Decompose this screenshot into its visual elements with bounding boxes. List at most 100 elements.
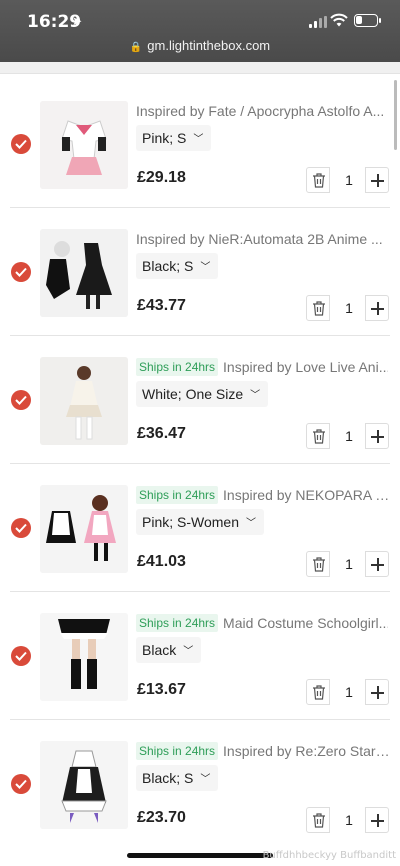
ships-badge: Ships in 24hrs [136, 614, 219, 632]
trash-icon [313, 557, 325, 572]
item-select-checkbox[interactable] [11, 262, 31, 282]
quantity-stepper: 1 [306, 167, 389, 193]
increase-quantity-button[interactable] [365, 551, 389, 577]
increase-quantity-button[interactable] [365, 423, 389, 449]
product-image[interactable] [40, 485, 128, 573]
trash-icon [313, 813, 325, 828]
top-divider [0, 62, 400, 74]
status-bar: 16:29 ➤ 🔒 gm.lightinthebox.com [0, 0, 400, 62]
item-select-checkbox[interactable] [11, 646, 31, 666]
variant-selector[interactable]: Pink; S ﹀ [136, 125, 212, 151]
cart-item: Ships in 24hrs Inspired by NEKOPARA c... … [0, 464, 400, 592]
variant-label: Pink; S-Women [142, 514, 239, 530]
chevron-down-icon: ﹀ [193, 134, 204, 145]
trash-icon [313, 301, 325, 316]
cart-item: Ships in 24hrs Inspired by Love Live Ani.… [0, 336, 400, 464]
variant-label: Black; S [142, 258, 194, 274]
product-image[interactable] [40, 741, 128, 829]
variant-selector[interactable]: Black; S ﹀ [136, 253, 219, 279]
delete-button[interactable] [306, 295, 330, 321]
increase-quantity-button[interactable] [365, 167, 389, 193]
increase-quantity-button[interactable] [365, 295, 389, 321]
product-price: £23.70 [137, 809, 186, 826]
product-image[interactable] [40, 101, 128, 189]
quantity-stepper: 1 [306, 807, 389, 833]
product-price: £36.47 [137, 425, 186, 442]
chevron-down-icon: ﹀ [250, 390, 261, 401]
product-title-row[interactable]: Inspired by Fate / Apocrypha Astolfo A..… [136, 102, 388, 122]
trash-icon [313, 173, 325, 188]
chevron-down-icon: ﹀ [183, 646, 194, 657]
product-title-row[interactable]: Ships in 24hrs Maid Costume Schoolgirl... [136, 614, 388, 634]
quantity-value[interactable]: 1 [334, 295, 364, 321]
watermark: Buffdhhbeckyy Buffbanditt [262, 850, 396, 861]
cart-item: Inspired by NieR:Automata 2B Anime ... B… [0, 208, 400, 336]
variant-selector[interactable]: Pink; S-Women ﹀ [136, 509, 264, 535]
variant-label: Black [142, 642, 177, 658]
quantity-value[interactable]: 1 [334, 551, 364, 577]
product-title-row[interactable]: Ships in 24hrs Inspired by NEKOPARA c... [136, 486, 388, 506]
delete-button[interactable] [306, 551, 330, 577]
url-text: gm.lightinthebox.com [147, 38, 271, 53]
product-price: £41.03 [137, 553, 186, 570]
quantity-stepper: 1 [306, 423, 389, 449]
delete-button[interactable] [306, 679, 330, 705]
product-image[interactable] [40, 229, 128, 317]
ships-badge: Ships in 24hrs [136, 358, 219, 376]
quantity-value[interactable]: 1 [334, 679, 364, 705]
trash-icon [313, 429, 325, 444]
lock-icon: 🔒 [129, 42, 143, 53]
quantity-stepper: 1 [306, 679, 389, 705]
increase-quantity-button[interactable] [365, 679, 389, 705]
product-title-row[interactable]: Ships in 24hrs Inspired by Re:Zero Starti… [136, 742, 388, 762]
item-select-checkbox[interactable] [11, 134, 31, 154]
variant-label: Pink; S [142, 130, 187, 146]
variant-selector[interactable]: White; One Size ﹀ [136, 381, 269, 407]
variant-label: Black; S [142, 770, 194, 786]
cart-item-list: Inspired by Fate / Apocrypha Astolfo A..… [0, 80, 400, 848]
battery-icon [354, 14, 381, 27]
product-title: Inspired by NieR:Automata 2B Anime ... [136, 230, 383, 247]
ships-badge: Ships in 24hrs [136, 486, 219, 504]
product-title-row[interactable]: Inspired by NieR:Automata 2B Anime ... [136, 230, 388, 250]
wifi-icon [330, 13, 348, 27]
cart-item: Ships in 24hrs Inspired by Re:Zero Starti… [0, 720, 400, 848]
delete-button[interactable] [306, 807, 330, 833]
product-price: £43.77 [137, 297, 186, 314]
scrollbar[interactable] [394, 80, 397, 150]
signal-icon [309, 16, 327, 28]
product-title: Inspired by Re:Zero Starti... [223, 743, 388, 759]
quantity-value[interactable]: 1 [334, 167, 364, 193]
location-arrow-icon: ➤ [72, 14, 83, 28]
product-title-row[interactable]: Ships in 24hrs Inspired by Love Live Ani.… [136, 358, 388, 378]
product-image[interactable] [40, 357, 128, 445]
trash-icon [313, 685, 325, 700]
item-select-checkbox[interactable] [11, 390, 31, 410]
delete-button[interactable] [306, 167, 330, 193]
home-indicator[interactable] [127, 853, 273, 858]
product-title: Inspired by NEKOPARA c... [223, 487, 388, 503]
quantity-value[interactable]: 1 [334, 423, 364, 449]
product-image[interactable] [40, 613, 128, 701]
delete-button[interactable] [306, 423, 330, 449]
quantity-stepper: 1 [306, 551, 389, 577]
product-title: Inspired by Love Live Ani... [223, 359, 388, 375]
variant-selector[interactable]: Black ﹀ [136, 637, 202, 663]
variant-label: White; One Size [142, 386, 244, 402]
variant-selector[interactable]: Black; S ﹀ [136, 765, 219, 791]
product-price: £29.18 [137, 169, 186, 186]
product-title: Maid Costume Schoolgirl... [223, 615, 388, 631]
product-price: £13.67 [137, 681, 186, 698]
item-select-checkbox[interactable] [11, 518, 31, 538]
chevron-down-icon: ﹀ [246, 518, 256, 529]
item-select-checkbox[interactable] [11, 774, 31, 794]
increase-quantity-button[interactable] [365, 807, 389, 833]
quantity-stepper: 1 [306, 295, 389, 321]
chevron-down-icon: ﹀ [200, 774, 211, 785]
cart-item: Ships in 24hrs Maid Costume Schoolgirl...… [0, 592, 400, 720]
cart-item: Inspired by Fate / Apocrypha Astolfo A..… [0, 80, 400, 208]
quantity-value[interactable]: 1 [334, 807, 364, 833]
ships-badge: Ships in 24hrs [136, 742, 219, 760]
chevron-down-icon: ﹀ [200, 262, 211, 273]
address-bar[interactable]: 🔒 gm.lightinthebox.com [0, 38, 400, 53]
